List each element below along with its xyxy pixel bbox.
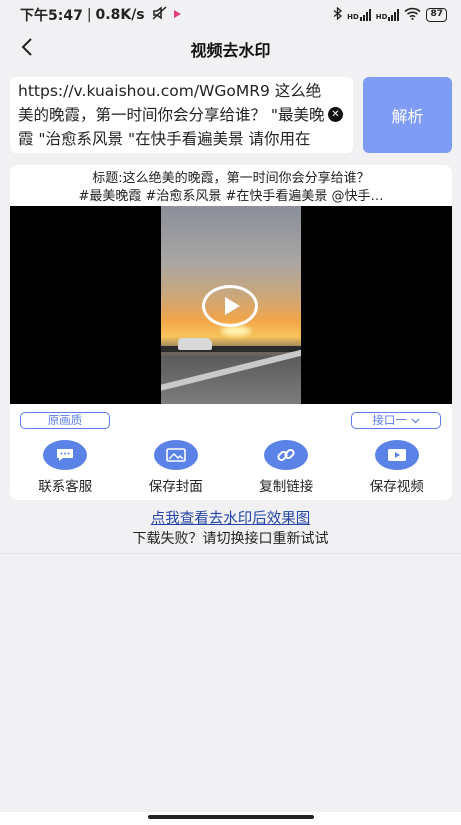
image-icon	[153, 440, 198, 470]
app-header: 视频去水印	[0, 30, 461, 68]
battery-indicator: 87	[426, 8, 447, 22]
status-speed: 0.8K/s	[95, 7, 145, 23]
port-select[interactable]: 接口一	[351, 412, 441, 429]
contact-service-button[interactable]: 联系客服	[15, 440, 115, 495]
mute-icon	[152, 6, 168, 24]
link-icon	[264, 440, 309, 470]
page-title: 视频去水印	[190, 41, 271, 60]
contact-service-label: 联系客服	[38, 479, 93, 495]
save-cover-button[interactable]: 保存封面	[126, 440, 226, 495]
divider	[0, 553, 461, 554]
quality-button[interactable]: 原画质	[20, 412, 110, 429]
home-indicator[interactable]	[148, 815, 314, 819]
wifi-icon	[404, 7, 422, 23]
result-card: 标题:这么绝美的晚霞，第一时间你会分享给谁？ #最美晚霞 #治愈系风景 #在快手…	[10, 165, 452, 500]
video-frame	[161, 206, 301, 404]
chevron-down-icon	[411, 413, 420, 427]
status-time: 下午5:47	[20, 8, 83, 24]
car-image	[178, 338, 212, 350]
copy-link-button[interactable]: 复制链接	[236, 440, 336, 495]
copy-link-label: 复制链接	[259, 479, 314, 495]
video-player[interactable]	[10, 206, 452, 404]
url-input-text[interactable]: https://v.kuaishou.com/WGoMR9 这么绝美的晚霞，第一…	[18, 79, 326, 153]
video-icon	[374, 440, 419, 470]
status-bar: 下午5:47 | 0.8K/s HD HD 87	[0, 0, 461, 30]
parse-button[interactable]: 解析	[363, 77, 452, 153]
port-select-label: 接口一	[372, 413, 407, 427]
save-cover-label: 保存封面	[148, 479, 203, 495]
action-bar: 联系客服 保存封面 复制链接 保存视频	[10, 440, 452, 495]
save-video-label: 保存视频	[369, 479, 424, 495]
close-icon: ✕	[331, 109, 340, 120]
save-video-button[interactable]: 保存视频	[347, 440, 447, 495]
clear-input-button[interactable]: ✕	[328, 107, 343, 122]
signal-icon-2: HD	[376, 9, 400, 21]
bluetooth-icon	[333, 6, 343, 23]
app-notification-icon	[172, 7, 182, 23]
download-fail-tip: 下载失败？请切换接口重新试试	[132, 531, 329, 547]
video-title-line-2: #最美晚霞 #治愈系风景 #在快手看遍美景 @快手…	[78, 189, 384, 204]
video-title: 标题:这么绝美的晚霞，第一时间你会分享给谁？ #最美晚霞 #治愈系风景 #在快手…	[10, 170, 452, 206]
video-title-line-1: 标题:这么绝美的晚霞，第一时间你会分享给谁？	[92, 171, 370, 186]
chat-icon	[43, 440, 88, 470]
effect-preview-link[interactable]: 点我查看去水印后效果图	[0, 507, 461, 528]
signal-icon-1: HD	[347, 9, 371, 21]
back-button[interactable]	[14, 36, 40, 62]
play-icon[interactable]	[202, 285, 258, 327]
chevron-left-icon	[21, 38, 33, 60]
status-separator: |	[86, 7, 92, 23]
url-input[interactable]: https://v.kuaishou.com/WGoMR9 这么绝美的晚霞，第一…	[10, 77, 353, 153]
